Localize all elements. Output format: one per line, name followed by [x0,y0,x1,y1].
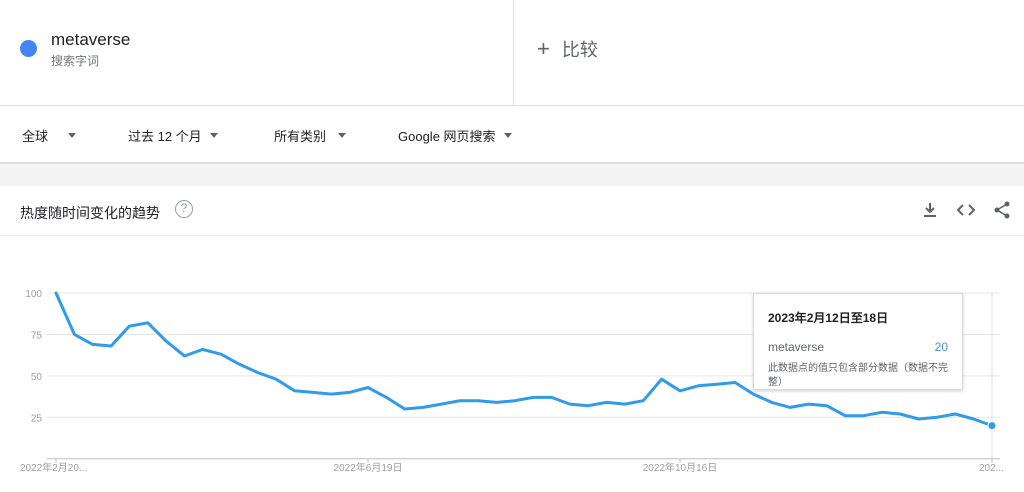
x-tick-label: 2022年6月19日 [334,461,403,474]
y-tick-label: 50 [31,372,43,383]
highlighted-data-point[interactable] [987,421,997,431]
tooltip-note: 此数据点的值只包含部分数据（数据不完整） [768,363,948,388]
y-tick-label: 75 [31,330,43,341]
tooltip-date: 2023年2月12日至18日 [768,311,889,325]
tooltip-value: 20 [934,340,948,354]
data-point-tooltip: 2023年2月12日至18日 metaverse 20 此数据点的值只包含部分数… [753,293,963,390]
y-tick-label: 25 [31,413,43,424]
x-tick-label: 202... [979,463,1004,474]
y-tick-label: 100 [25,289,42,300]
tooltip-term: metaverse [768,340,825,354]
x-tick-label: 2022年2月20... [20,461,87,474]
x-tick-label: 2022年10月16日 [643,461,718,474]
tooltip-row: metaverse 20 [768,340,948,354]
trend-chart[interactable]: 100 75 50 25 2022年2月20... 2022年6月19日 2022年10月… [0,0,1024,492]
